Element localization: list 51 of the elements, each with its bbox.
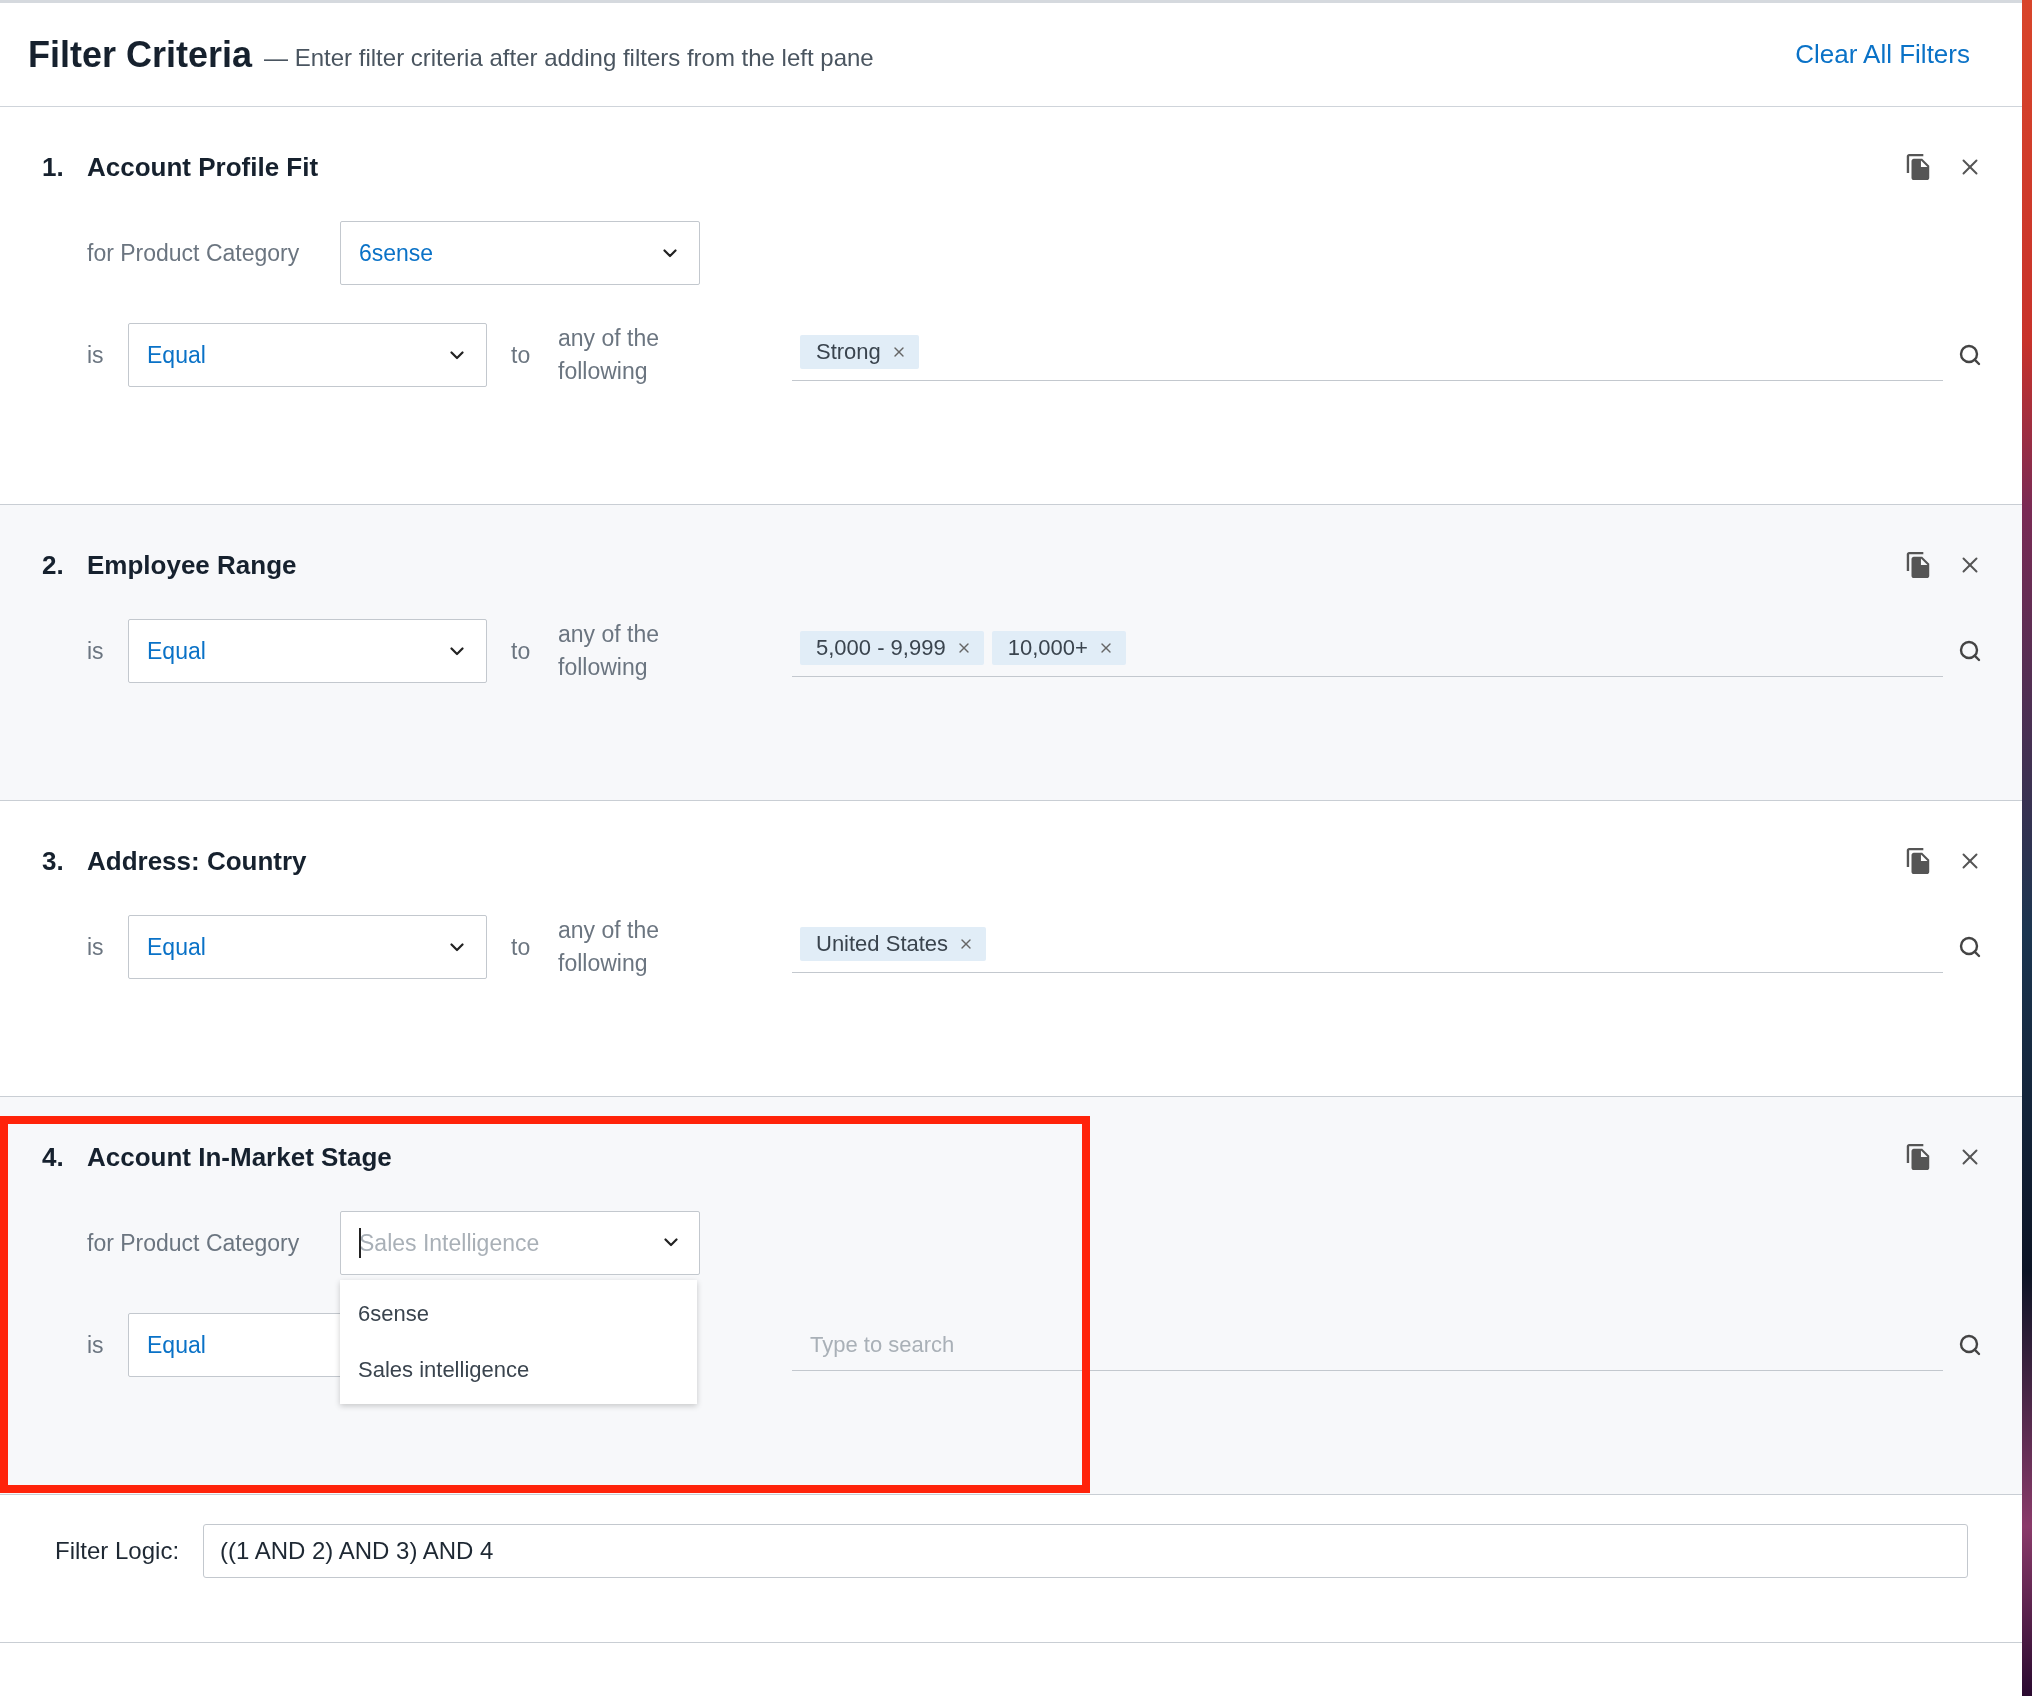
page-subtitle: — Enter filter criteria after adding filters from the left pane [264, 42, 875, 72]
product-category-dropdown[interactable]: Sales Intelligence [340, 1211, 700, 1275]
qualifier-label: any of the following [558, 324, 661, 386]
chevron-down-icon [450, 350, 464, 360]
connector-label: to [511, 341, 532, 369]
filter-title: Account In-Market Stage [87, 1141, 393, 1173]
tag-input-field[interactable]: Strong [792, 329, 1943, 381]
clear-all-filters-link[interactable]: Clear All Filters [1795, 39, 1970, 70]
copy-icon [1906, 154, 1930, 180]
search-icon [1958, 343, 1982, 367]
connector-label: to [511, 637, 532, 665]
search-icon [1958, 1333, 1982, 1357]
field-label: is [87, 637, 105, 665]
field-label: for Product Category [87, 239, 301, 267]
operator-dropdown[interactable]: Equal [128, 915, 487, 979]
operator-dropdown[interactable]: Equal [128, 619, 487, 683]
tag-input-field[interactable]: 5,000 - 9,999 10,000+ [792, 625, 1943, 677]
qualifier-label: any of the following [558, 620, 661, 682]
filter-logic-label: Filter Logic: [55, 1537, 181, 1565]
copy-icon [1906, 1144, 1930, 1170]
search-icon [1958, 935, 1982, 959]
field-label: is [87, 341, 105, 369]
field-label: for Product Category [87, 1229, 301, 1257]
search-icon [1958, 639, 1982, 663]
value-tag[interactable]: 5,000 - 9,999 [800, 631, 984, 665]
filter-number: 4. [42, 1141, 65, 1173]
filter-title: Employee Range [87, 549, 298, 581]
filter-logic-field[interactable]: ((1 AND 2) AND 3) AND 4 [203, 1524, 1968, 1578]
filter-number: 2. [42, 549, 65, 581]
chevron-down-icon [450, 942, 464, 952]
copy-icon [1906, 848, 1930, 874]
field-label: is [87, 933, 105, 961]
connector-label: to [511, 933, 532, 961]
value-tag[interactable]: United States [800, 927, 987, 961]
tag-input-field[interactable]: United States [792, 921, 1943, 973]
filter-title: Account Profile Fit [87, 151, 320, 183]
chevron-down-icon [663, 248, 677, 258]
qualifier-label: any of the following [558, 916, 661, 978]
filter-title: Address: Country [87, 845, 308, 877]
product-category-dropdown[interactable]: 6sense [340, 221, 700, 285]
chevron-down-icon [450, 646, 464, 656]
operator-dropdown[interactable]: Equal [128, 323, 487, 387]
filter-number: 1. [42, 151, 65, 183]
field-label: is [87, 1331, 105, 1359]
page-title: Filter Criteria [28, 33, 253, 76]
copy-icon [1906, 552, 1930, 578]
value-tag[interactable]: Strong [800, 335, 919, 369]
filter-number: 3. [42, 845, 65, 877]
value-tag[interactable]: 10,000+ [991, 631, 1126, 665]
chevron-down-icon [664, 1238, 678, 1247]
search-input-field[interactable]: Type to search [792, 1319, 1943, 1371]
